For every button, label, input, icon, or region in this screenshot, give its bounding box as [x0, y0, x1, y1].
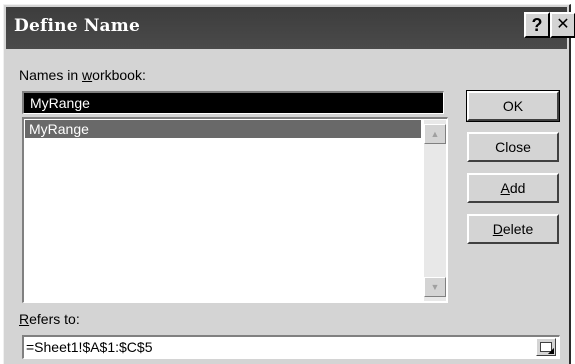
names-in-workbook-label: Names in workbook: — [19, 67, 146, 83]
name-input[interactable]: MyRange — [22, 91, 444, 114]
add-button-accelerator: A — [500, 180, 510, 196]
scroll-down-arrow-icon[interactable]: ▼ — [424, 277, 446, 297]
define-name-dialog: Define Name ? ✕ Names in workbook: MyRan… — [3, 4, 575, 364]
close-button-label: Close — [495, 139, 531, 155]
refers-label-accelerator: R — [19, 311, 30, 327]
close-icon: ✕ — [556, 16, 570, 33]
names-listbox[interactable]: MyRange ▲ ▼ — [22, 117, 448, 303]
dialog-title: Define Name — [14, 16, 140, 36]
names-label-prefix: Names in — [19, 67, 83, 83]
collapse-dialog-icon[interactable]: ◢ — [536, 338, 556, 356]
list-item[interactable]: MyRange — [25, 120, 421, 138]
help-icon: ? — [531, 15, 543, 35]
names-label-suffix: orkbook: — [92, 67, 146, 83]
refers-label-text: efers to: — [29, 311, 80, 327]
refers-to-label: Refers to: — [19, 311, 80, 327]
delete-button-label: elete — [502, 221, 534, 237]
delete-button-accelerator: D — [492, 221, 503, 237]
ok-button[interactable]: OK — [466, 90, 560, 122]
ok-button-label: OK — [502, 98, 524, 114]
scroll-up-arrow-icon[interactable]: ▲ — [424, 124, 446, 144]
add-button-label: dd — [509, 180, 526, 196]
names-label-accelerator: w — [82, 67, 93, 83]
close-window-button[interactable]: ✕ — [550, 12, 575, 38]
refers-to-input[interactable]: =Sheet1!$A$1:$C$5 — [22, 335, 560, 359]
listbox-scrollbar[interactable]: ▲ ▼ — [424, 120, 446, 301]
collapse-arrow-glyph: ◢ — [547, 346, 554, 355]
title-bar[interactable]: Define Name ? ✕ — [6, 7, 575, 49]
delete-button[interactable]: Delete — [467, 214, 559, 244]
help-button[interactable]: ? — [524, 12, 550, 38]
add-button[interactable]: Add — [467, 173, 559, 203]
close-button[interactable]: Close — [467, 132, 559, 162]
